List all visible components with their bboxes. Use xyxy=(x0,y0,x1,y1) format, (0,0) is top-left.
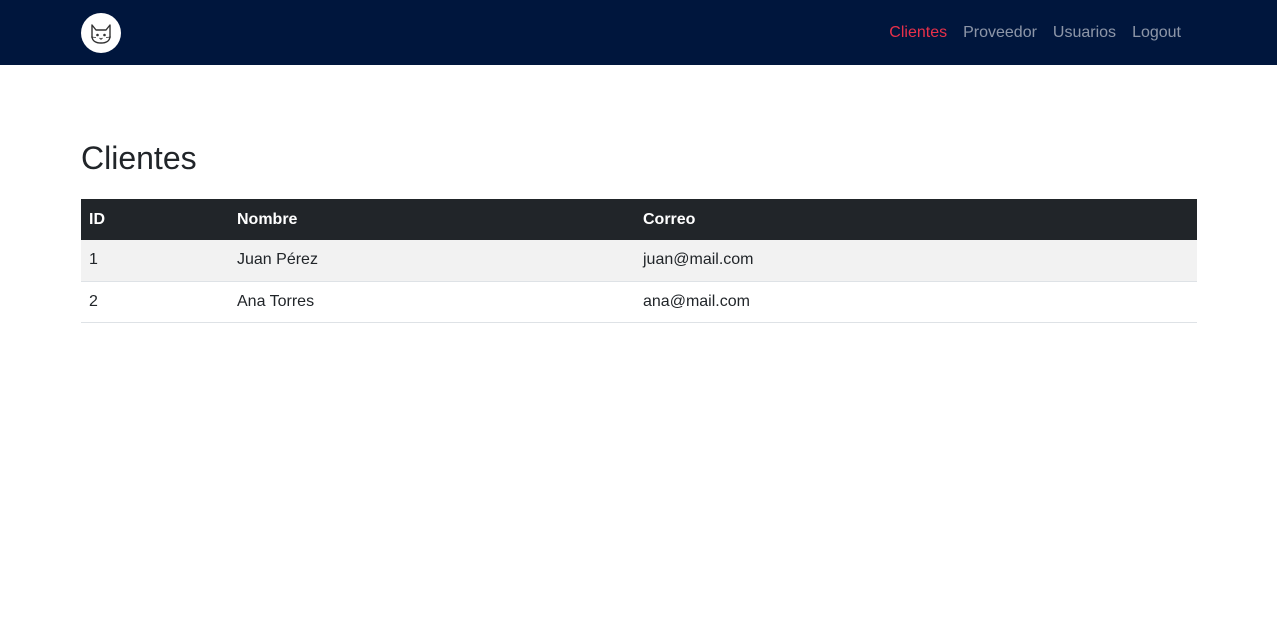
header-correo: Correo xyxy=(643,210,696,228)
logo[interactable] xyxy=(81,13,121,53)
table-header: ID Nombre Correo xyxy=(81,199,1197,240)
table-body: 1 Juan Pérez juan@mail.com 2 Ana Torres … xyxy=(81,240,1197,323)
cell-nombre: Juan Pérez xyxy=(229,240,635,282)
page-title: Clientes xyxy=(81,140,197,176)
nav-link-logout[interactable]: Logout xyxy=(1124,24,1189,42)
table-header-row: ID Nombre Correo xyxy=(81,199,1197,240)
cell-id: 1 xyxy=(81,240,229,282)
cell-correo: juan@mail.com xyxy=(635,240,1197,282)
header-id: ID xyxy=(89,210,105,228)
nav-links: Clientes Proveedor Usuarios Logout xyxy=(881,0,1189,65)
navbar: Clientes Proveedor Usuarios Logout xyxy=(0,0,1277,65)
nav-link-clientes[interactable]: Clientes xyxy=(881,24,955,42)
table-row: 2 Ana Torres ana@mail.com xyxy=(81,281,1197,323)
nav-link-proveedor[interactable]: Proveedor xyxy=(955,24,1045,42)
cell-correo: ana@mail.com xyxy=(635,281,1197,323)
table-row: 1 Juan Pérez juan@mail.com xyxy=(81,240,1197,282)
cell-id: 2 xyxy=(81,281,229,323)
cat-icon xyxy=(90,24,112,44)
nav-link-usuarios[interactable]: Usuarios xyxy=(1045,24,1124,42)
clientes-table-wrapper: ID Nombre Correo 1 Juan Pérez juan@mail.… xyxy=(81,199,1197,323)
clientes-table: ID Nombre Correo 1 Juan Pérez juan@mail.… xyxy=(81,199,1197,323)
header-nombre: Nombre xyxy=(237,210,298,228)
cell-nombre: Ana Torres xyxy=(229,281,635,323)
